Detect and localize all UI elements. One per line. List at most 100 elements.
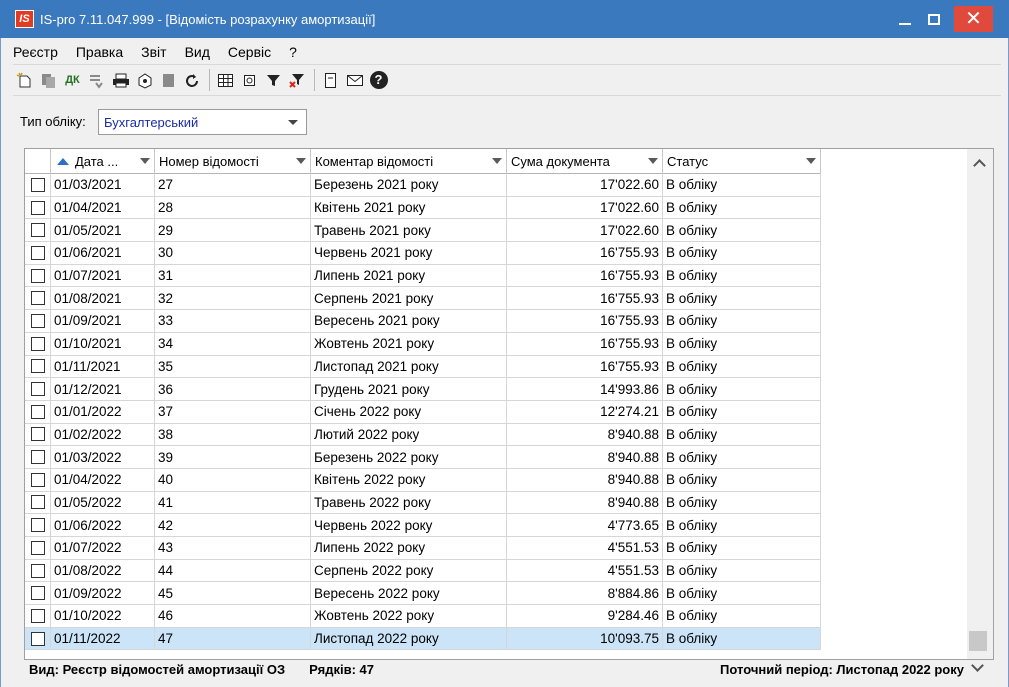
table-row[interactable]: 01/05/2021 29 Травень 2021 року 17'022.60 В …: [25, 219, 821, 243]
row-checkbox[interactable]: [30, 495, 45, 510]
row-checkbox[interactable]: [30, 427, 45, 442]
table-row[interactable]: 01/10/2021 34 Жовтень 2021 року 16'755.93 В …: [25, 332, 821, 356]
row-checkbox[interactable]: [30, 404, 45, 419]
comment-cell: Липень 2022 року: [311, 537, 507, 559]
clear-filter-button[interactable]: [286, 68, 309, 92]
row-checkbox[interactable]: [30, 245, 45, 260]
table-row[interactable]: 01/06/2022 42 Червень 2022 року 4'773.65 В о…: [25, 514, 821, 537]
copy-button[interactable]: [37, 68, 60, 92]
sum-cell: 16'755.93: [507, 242, 663, 264]
export-button[interactable]: [238, 68, 261, 92]
document-button[interactable]: [319, 68, 342, 92]
table-row[interactable]: 01/06/2021 30 Червень 2021 року 16'755.93 В …: [25, 242, 821, 265]
row-checkbox[interactable]: [30, 631, 45, 646]
table-button[interactable]: [214, 68, 237, 92]
table-row[interactable]: 01/02/2022 38 Лютий 2022 року 8'940.88 В обл…: [25, 423, 821, 447]
table-row[interactable]: 01/08/2022 44 Серпень 2022 року 4'551.53 В о…: [25, 559, 821, 583]
filter-button[interactable]: [262, 68, 285, 92]
row-checkbox[interactable]: [30, 200, 45, 215]
menu-registry[interactable]: Реєстр: [13, 44, 58, 60]
column-filter-icon[interactable]: [648, 158, 658, 164]
maximize-button[interactable]: [921, 6, 947, 32]
vertical-scrollbar[interactable]: [967, 149, 993, 659]
row-checkbox[interactable]: [30, 518, 45, 533]
row-checkbox[interactable]: [30, 586, 45, 601]
maximize-icon: [928, 13, 940, 25]
column-filter-icon[interactable]: [296, 158, 306, 164]
comment-cell: Жовтень 2022 року: [311, 605, 507, 627]
delete-button[interactable]: [157, 68, 180, 92]
new-doc-button[interactable]: [13, 68, 36, 92]
table-row[interactable]: 01/05/2022 41 Травень 2022 року 8'940.88 В о…: [25, 491, 821, 515]
header-checkbox-column[interactable]: [25, 149, 51, 174]
table-row[interactable]: 01/03/2022 39 Березень 2022 року 8'940.88 В …: [25, 446, 821, 469]
scrollbar-thumb[interactable]: [969, 631, 987, 651]
column-header-number[interactable]: Номер відомості: [155, 149, 311, 174]
column-header-date-label: Дата ...: [75, 154, 119, 169]
scroll-down-icon[interactable]: [971, 659, 984, 672]
grid-body: 01/03/2021 27 Березень 2021 року 17'022.60 В…: [25, 174, 821, 651]
date-cell: 01/06/2022: [51, 514, 155, 536]
row-checkbox[interactable]: [30, 336, 45, 351]
column-filter-icon[interactable]: [140, 158, 150, 164]
refresh-button[interactable]: [181, 68, 204, 92]
column-header-status-label: Статус: [667, 154, 709, 169]
menu-help[interactable]: ?: [289, 44, 297, 60]
close-button[interactable]: ✕: [954, 6, 993, 32]
dk-button[interactable]: ДК: [61, 68, 84, 92]
table-row[interactable]: 01/12/2021 36 Грудень 2021 року 14'993.86 В …: [25, 378, 821, 401]
column-filter-icon[interactable]: [492, 158, 502, 164]
date-cell: 01/05/2022: [51, 491, 155, 514]
row-checkbox[interactable]: [30, 291, 45, 306]
table-row[interactable]: 01/08/2021 32 Серпень 2021 року 16'755.93 В …: [25, 287, 821, 311]
help-button[interactable]: ?: [367, 68, 390, 92]
row-checkbox[interactable]: [30, 472, 45, 487]
menu-edit[interactable]: Правка: [76, 44, 123, 60]
menu-view[interactable]: Вид: [185, 44, 210, 60]
print-button[interactable]: [109, 68, 132, 92]
sum-cell: 8'940.88: [507, 491, 663, 514]
row-checkbox[interactable]: [30, 450, 45, 465]
table-row[interactable]: 01/11/2021 35 Листопад 2021 року 16'755.93 В…: [25, 355, 821, 379]
chevron-down-icon: [288, 119, 298, 125]
column-filter-icon[interactable]: [806, 158, 816, 164]
row-checkbox[interactable]: [30, 268, 45, 283]
transfer-button[interactable]: [85, 68, 108, 92]
number-cell: 40: [155, 468, 311, 491]
minimize-button[interactable]: [892, 6, 918, 32]
row-checkbox[interactable]: [30, 313, 45, 328]
table-row[interactable]: 01/07/2021 31 Липень 2021 року 16'755.93 В о…: [25, 264, 821, 288]
table-row[interactable]: 01/03/2021 27 Березень 2021 року 17'022.60 В…: [25, 174, 821, 197]
column-header-status[interactable]: Статус: [663, 149, 821, 174]
table-row[interactable]: 01/09/2022 45 Вересень 2022 року 8'884.86 В …: [25, 582, 821, 606]
table-row[interactable]: 01/11/2022 47 Листопад 2022 року 10'093.75 В…: [25, 627, 821, 651]
accounting-type-dropdown[interactable]: Бухгалтерський: [98, 109, 307, 135]
column-header-date[interactable]: Дата ...: [51, 149, 155, 174]
menu-service[interactable]: Сервіс: [228, 44, 271, 60]
status-cell: В обліку: [663, 174, 821, 196]
date-cell: 01/04/2022: [51, 468, 155, 491]
row-checkbox[interactable]: [30, 608, 45, 623]
column-header-comment[interactable]: Коментар відомості: [311, 149, 507, 174]
menu-report[interactable]: Звіт: [141, 44, 166, 60]
comment-cell: Листопад 2022 року: [311, 627, 507, 650]
row-checkbox[interactable]: [30, 382, 45, 397]
scroll-up-icon[interactable]: [973, 159, 986, 172]
settings-button[interactable]: [133, 68, 156, 92]
table-row[interactable]: 01/04/2022 40 Квітень 2022 року 8'940.88 В о…: [25, 468, 821, 492]
table-row[interactable]: 01/04/2021 28 Квітень 2021 року 17'022.60 В …: [25, 196, 821, 220]
table-row[interactable]: 01/10/2022 46 Жовтень 2022 року 9'284.46 В о…: [25, 605, 821, 628]
table-row[interactable]: 01/07/2022 43 Липень 2022 року 4'551.53 В об…: [25, 537, 821, 560]
table-row[interactable]: 01/01/2022 37 Січень 2022 року 12'274.21 В о…: [25, 400, 821, 424]
row-checkbox[interactable]: [30, 563, 45, 578]
toolbar-separator: [209, 69, 210, 91]
row-checkbox-cell: [25, 537, 51, 559]
table-row[interactable]: 01/09/2021 33 Вересень 2021 року 16'755.93 В…: [25, 310, 821, 333]
row-checkbox[interactable]: [30, 359, 45, 374]
row-checkbox-cell: [25, 264, 51, 287]
mail-button[interactable]: [343, 68, 366, 92]
row-checkbox[interactable]: [30, 223, 45, 238]
column-header-sum[interactable]: Сума документа: [507, 149, 663, 174]
row-checkbox[interactable]: [30, 177, 45, 192]
row-checkbox[interactable]: [30, 540, 45, 555]
